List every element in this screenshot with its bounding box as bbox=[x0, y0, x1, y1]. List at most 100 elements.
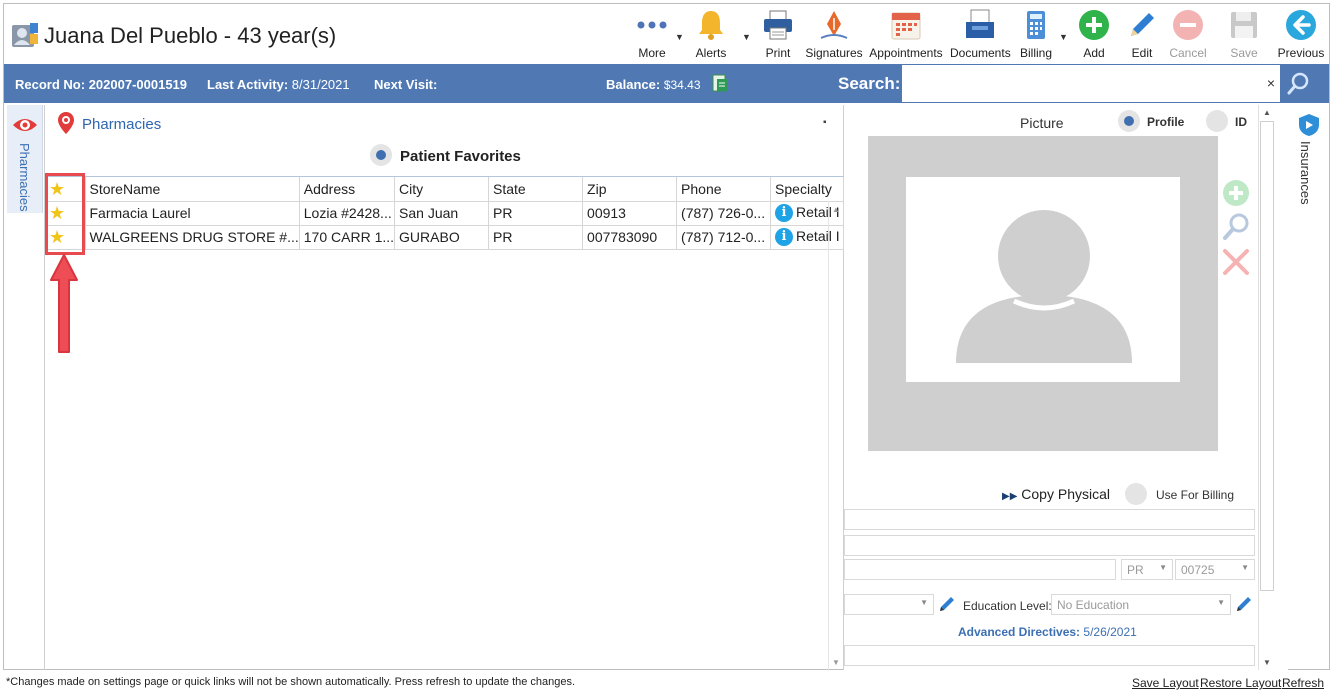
edit-pencil-icon[interactable] bbox=[1234, 594, 1254, 614]
previous-label: Previous bbox=[1277, 46, 1325, 60]
column-header-specialty[interactable]: Specialty bbox=[770, 177, 845, 202]
record-value: 202007-0001519 bbox=[88, 77, 188, 92]
more-dots-icon bbox=[637, 21, 667, 29]
notes-field[interactable] bbox=[844, 645, 1255, 666]
scroll-up-icon[interactable]: ▲ bbox=[1263, 108, 1271, 117]
city-field[interactable] bbox=[844, 559, 1116, 580]
column-header-phone[interactable]: Phone bbox=[676, 177, 772, 202]
more-button[interactable]: More bbox=[630, 6, 674, 62]
balance-label: Balance: bbox=[606, 77, 661, 92]
table-row[interactable]: ★ Farmacia Laurel Lozia #2428... San Jua… bbox=[45, 201, 845, 226]
state-cell[interactable]: PR bbox=[488, 225, 584, 250]
storename-cell[interactable]: WALGREENS DRUG STORE #... bbox=[85, 225, 300, 250]
photo-placeholder bbox=[906, 177, 1180, 382]
state-cell[interactable]: PR bbox=[488, 201, 584, 226]
zip-cell[interactable]: 00913 bbox=[582, 201, 678, 226]
edit-button[interactable]: Edit bbox=[1120, 6, 1164, 62]
use-for-billing-radio[interactable] bbox=[1125, 483, 1147, 505]
address-cell[interactable]: 170 CARR 1... bbox=[299, 225, 396, 250]
scrollbar-thumb[interactable] bbox=[1260, 121, 1274, 591]
table-row[interactable]: ★ WALGREENS DRUG STORE #... 170 CARR 1..… bbox=[45, 225, 845, 250]
search-input[interactable] bbox=[902, 65, 1264, 102]
picture-panel-scrollbar[interactable]: ▲ ▼ bbox=[1258, 105, 1275, 670]
city-cell[interactable]: San Juan bbox=[394, 201, 490, 226]
address-cell[interactable]: Lozia #2428... bbox=[299, 201, 396, 226]
save-layout-link[interactable]: Save Layout bbox=[1132, 676, 1199, 690]
patient-favorites-label: Patient Favorites bbox=[400, 148, 521, 165]
education-level-select[interactable]: No Education ▼ bbox=[1051, 594, 1231, 615]
alerts-dropdown-icon[interactable]: ▼ bbox=[742, 32, 751, 42]
pen-nib-icon bbox=[820, 11, 848, 39]
delete-photo-icon[interactable] bbox=[1221, 247, 1251, 277]
state-select[interactable]: PR ▼ bbox=[1121, 559, 1173, 580]
profile-radio[interactable] bbox=[1118, 110, 1140, 132]
phone-cell[interactable]: (787) 726-0... bbox=[676, 201, 772, 226]
language-select[interactable]: ▼ bbox=[844, 594, 934, 615]
more-dropdown-icon[interactable]: ▼ bbox=[675, 32, 684, 42]
info-icon[interactable]: i bbox=[775, 204, 794, 223]
pin-panel-icon[interactable]: ▪ bbox=[823, 117, 827, 128]
phone-cell[interactable]: (787) 712-0... bbox=[676, 225, 772, 250]
calculator-icon bbox=[1027, 11, 1045, 39]
storename-cell[interactable]: Farmacia Laurel bbox=[85, 201, 300, 226]
record-number: Record No: 202007-0001519 bbox=[15, 77, 187, 92]
appointments-button[interactable]: Appointments bbox=[866, 6, 946, 62]
advanced-directives[interactable]: Advanced Directives: 5/26/2021 bbox=[958, 625, 1137, 639]
save-button[interactable]: Save bbox=[1222, 6, 1266, 62]
scroll-down-icon[interactable]: ▼ bbox=[1263, 658, 1271, 667]
bell-icon bbox=[699, 11, 723, 40]
add-photo-icon[interactable] bbox=[1221, 179, 1251, 207]
pharmacies-side-tab[interactable]: Pharmacies bbox=[7, 105, 43, 213]
print-button[interactable]: Print bbox=[756, 6, 800, 62]
billing-dropdown-icon[interactable]: ▼ bbox=[1059, 32, 1068, 42]
signatures-button[interactable]: Signatures bbox=[804, 6, 864, 62]
id-radio[interactable] bbox=[1206, 110, 1228, 132]
zip-select[interactable]: 00725 ▼ bbox=[1175, 559, 1255, 580]
patient-picture-panel: Picture Profile ID ▶▶ Copy Physical Use … bbox=[844, 105, 1288, 670]
print-label: Print bbox=[765, 46, 791, 60]
city-cell[interactable]: GURABO bbox=[394, 225, 490, 250]
insurances-side-tab[interactable]: Insurances bbox=[1290, 105, 1326, 225]
zoom-photo-icon[interactable] bbox=[1221, 211, 1251, 241]
insurances-side-tab-label: Insurances bbox=[1298, 141, 1313, 205]
column-header-state[interactable]: State bbox=[488, 177, 584, 202]
alerts-button[interactable]: Alerts bbox=[689, 6, 733, 62]
documents-button[interactable]: Documents bbox=[950, 6, 1011, 62]
info-icon[interactable]: i bbox=[775, 228, 794, 247]
scroll-down-icon[interactable]: ▼ bbox=[832, 658, 840, 667]
scroll-up-icon[interactable]: ▲ bbox=[832, 205, 840, 214]
column-header-city[interactable]: City bbox=[394, 177, 490, 202]
column-header-address[interactable]: Address bbox=[299, 177, 396, 202]
patient-header: Juana Del Pueblo - 43 year(s) More ▼ Ale… bbox=[4, 4, 1329, 63]
patient-title: Juana Del Pueblo - 43 year(s) bbox=[44, 23, 337, 48]
billing-label: Billing bbox=[1019, 46, 1052, 60]
copy-physical-button[interactable]: ▶▶ Copy Physical bbox=[1002, 486, 1110, 502]
address-line-1-field[interactable] bbox=[844, 509, 1255, 530]
clear-search-icon[interactable]: × bbox=[1262, 65, 1280, 102]
use-for-billing-label: Use For Billing bbox=[1156, 488, 1235, 502]
table-header-row: ★ StoreName Address City State Zip Phone… bbox=[45, 177, 845, 202]
patient-photo-frame bbox=[868, 136, 1218, 451]
billing-button[interactable]: Billing bbox=[1014, 6, 1058, 62]
restore-layout-link[interactable]: Restore Layout bbox=[1200, 676, 1281, 690]
person-silhouette-icon bbox=[956, 210, 1132, 363]
column-header-storename[interactable]: StoreName bbox=[85, 177, 300, 202]
refresh-link[interactable]: Refresh bbox=[1282, 676, 1324, 690]
previous-button[interactable]: Previous bbox=[1274, 6, 1328, 62]
edit-pencil-icon[interactable] bbox=[937, 594, 957, 614]
save-label: Save bbox=[1230, 46, 1258, 60]
grid-vertical-scrollbar[interactable]: ▲ ▼ bbox=[828, 201, 844, 671]
search-icon[interactable] bbox=[1282, 68, 1314, 100]
zip-cell[interactable]: 007783090 bbox=[582, 225, 678, 250]
pharmacies-table: ★ StoreName Address City State Zip Phone… bbox=[45, 177, 845, 250]
column-header-zip[interactable]: Zip bbox=[582, 177, 678, 202]
add-button[interactable]: Add bbox=[1072, 6, 1116, 62]
patient-favorites-radio[interactable] bbox=[370, 144, 392, 166]
address-line-2-field[interactable] bbox=[844, 535, 1255, 556]
pharmacies-side-tab-label: Pharmacies bbox=[17, 143, 32, 212]
floppy-disk-icon bbox=[1231, 12, 1257, 38]
add-label: Add bbox=[1083, 46, 1105, 60]
copy-physical-label: Copy Physical bbox=[1021, 486, 1110, 502]
cancel-button[interactable]: Cancel bbox=[1166, 6, 1210, 62]
ledger-icon[interactable] bbox=[711, 73, 729, 93]
